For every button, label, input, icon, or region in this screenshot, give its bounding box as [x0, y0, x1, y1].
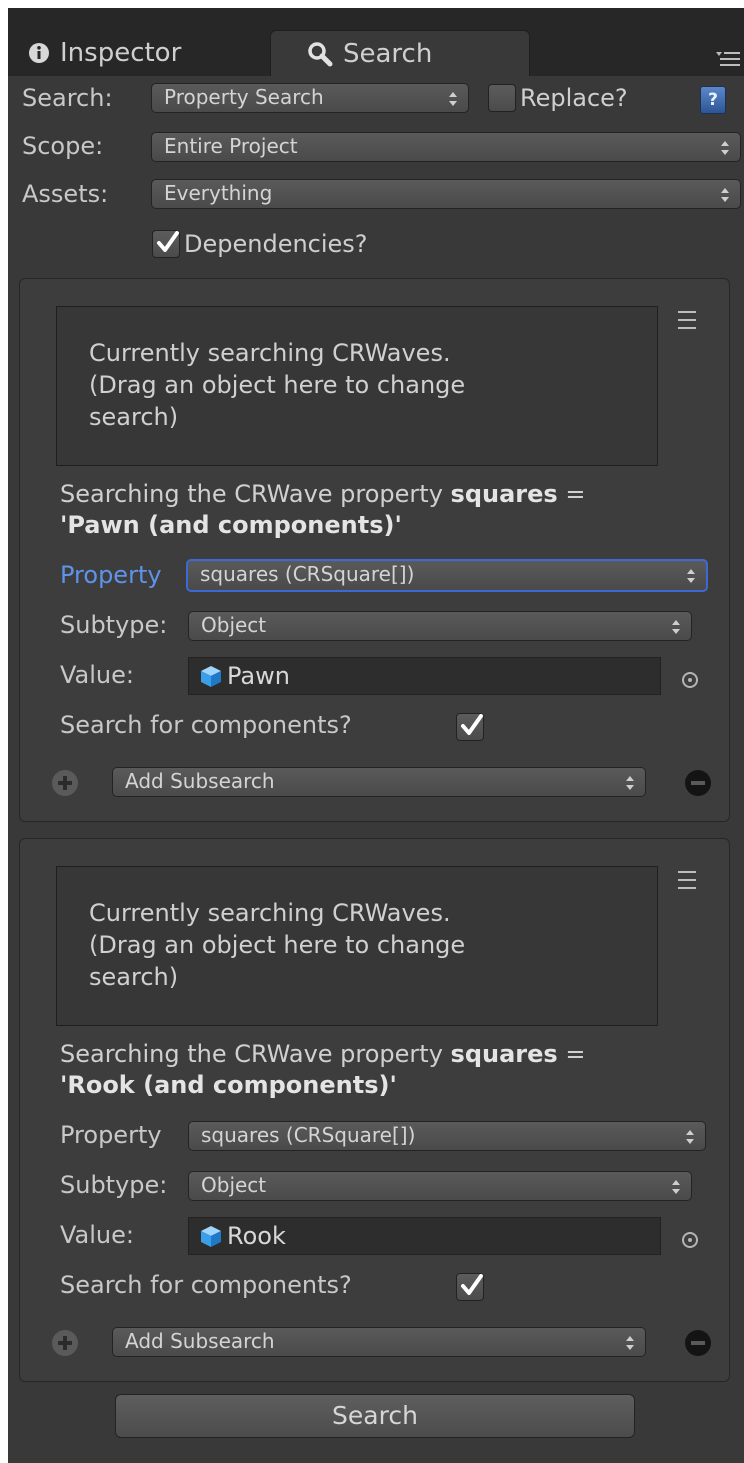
property-label: Property: [60, 561, 162, 589]
add-subsearch-label: Add Subsearch: [125, 1329, 275, 1353]
tab-inspector[interactable]: Inspector: [28, 30, 268, 76]
add-subsearch-dropdown[interactable]: Add Subsearch: [112, 767, 646, 797]
scope-value: Entire Project: [164, 134, 298, 158]
prefab-cube-icon: [199, 1224, 223, 1248]
dropdown-arrows-icon: [448, 90, 458, 108]
value-text: Rook: [227, 1222, 286, 1250]
tab-inspector-label: Inspector: [60, 38, 182, 68]
assets-value: Everything: [164, 181, 273, 205]
replace-label: Replace?: [520, 84, 628, 112]
tab-search[interactable]: Search: [270, 30, 530, 76]
value-object-field[interactable]: Pawn: [188, 657, 661, 695]
magnifier-icon: [307, 41, 333, 67]
add-subsearch-label: Add Subsearch: [125, 769, 275, 793]
description-prefix: Searching the CRWave property: [60, 480, 451, 508]
search-mode-value: Property Search: [164, 85, 324, 109]
property-label: Property: [60, 1121, 162, 1149]
dropzone-text: Currently searching CRWaves. (Drag an ob…: [89, 339, 466, 431]
checkmark-icon: [157, 231, 179, 252]
components-label: Search for components?: [60, 711, 352, 739]
property-value: squares (CRSquare[]): [201, 1123, 416, 1147]
dropdown-arrows-icon: [685, 1128, 695, 1146]
dropdown-arrows-icon: [720, 139, 730, 157]
checkmark-icon: [461, 714, 483, 735]
description-value: 'Pawn (and components)': [60, 511, 402, 539]
subtype-value: Object: [201, 613, 267, 637]
checkmark-icon: [461, 1274, 483, 1295]
components-label: Search for components?: [60, 1271, 352, 1299]
subtype-label: Subtype:: [60, 1171, 168, 1199]
property-value: squares (CRSquare[]): [200, 562, 415, 586]
object-picker-icon[interactable]: [682, 1232, 698, 1248]
help-icon[interactable]: ?: [700, 86, 726, 114]
dropdown-arrows-icon: [671, 618, 681, 636]
replace-checkbox[interactable]: [488, 84, 516, 112]
subtype-value: Object: [201, 1173, 267, 1197]
tab-menu-icon[interactable]: [714, 48, 740, 68]
info-icon: [28, 42, 50, 64]
tab-bar: Inspector Search: [8, 8, 744, 76]
components-checkbox[interactable]: [456, 1273, 484, 1301]
description-property: squares: [450, 480, 558, 508]
subtype-dropdown[interactable]: Object: [188, 611, 692, 641]
object-picker-icon[interactable]: [682, 672, 698, 688]
scope-dropdown[interactable]: Entire Project: [151, 132, 741, 162]
subsearch-description: Searching the CRWave property squares = …: [60, 1039, 700, 1101]
search-mode-dropdown[interactable]: Property Search: [151, 83, 469, 113]
subsearch-description: Searching the CRWave property squares = …: [60, 479, 700, 541]
search-window: Inspector Search Search: Property Search…: [8, 8, 744, 1463]
prefab-cube-icon: [199, 664, 223, 688]
dependencies-checkbox[interactable]: [152, 230, 180, 258]
description-property: squares: [450, 1040, 558, 1068]
panel-menu-icon[interactable]: [678, 869, 696, 891]
dropdown-arrows-icon: [720, 186, 730, 204]
dropdown-arrows-icon: [686, 567, 696, 585]
subtype-dropdown[interactable]: Object: [188, 1171, 692, 1201]
assets-dropdown[interactable]: Everything: [151, 179, 741, 209]
description-eq: =: [557, 1040, 586, 1068]
add-subsearch-plus-icon[interactable]: [52, 1330, 78, 1356]
subsearch-panel-1: Currently searching CRWaves. (Drag an ob…: [19, 278, 730, 822]
value-object-field[interactable]: Rook: [188, 1217, 661, 1255]
value-label: Value:: [60, 1221, 134, 1249]
property-dropdown[interactable]: squares (CRSquare[]): [188, 1121, 706, 1151]
tab-search-label: Search: [343, 38, 433, 69]
description-prefix: Searching the CRWave property: [60, 1040, 451, 1068]
dropdown-arrows-icon: [625, 774, 635, 792]
scope-label: Scope:: [22, 132, 104, 160]
dropdown-arrows-icon: [671, 1178, 681, 1196]
description-eq: =: [557, 480, 586, 508]
value-label: Value:: [60, 661, 134, 689]
components-checkbox[interactable]: [456, 713, 484, 741]
dropzone-text: Currently searching CRWaves. (Drag an ob…: [89, 899, 466, 991]
add-subsearch-dropdown[interactable]: Add Subsearch: [112, 1327, 646, 1357]
dropdown-arrows-icon: [625, 1334, 635, 1352]
object-dropzone[interactable]: Currently searching CRWaves. (Drag an ob…: [56, 306, 658, 466]
assets-label: Assets:: [22, 180, 109, 208]
search-mode-label: Search:: [22, 84, 113, 112]
add-subsearch-plus-icon[interactable]: [52, 770, 78, 796]
panel-menu-icon[interactable]: [678, 309, 696, 331]
search-button[interactable]: Search: [115, 1394, 635, 1438]
subtype-label: Subtype:: [60, 611, 168, 639]
dependencies-label: Dependencies?: [184, 230, 368, 258]
property-dropdown[interactable]: squares (CRSquare[]): [186, 559, 708, 592]
remove-subsearch-minus-icon[interactable]: [685, 770, 711, 796]
remove-subsearch-minus-icon[interactable]: [685, 1330, 711, 1356]
subsearch-panel-2: Currently searching CRWaves. (Drag an ob…: [19, 838, 730, 1382]
value-text: Pawn: [227, 662, 290, 690]
object-dropzone[interactable]: Currently searching CRWaves. (Drag an ob…: [56, 866, 658, 1026]
description-value: 'Rook (and components)': [60, 1071, 397, 1099]
